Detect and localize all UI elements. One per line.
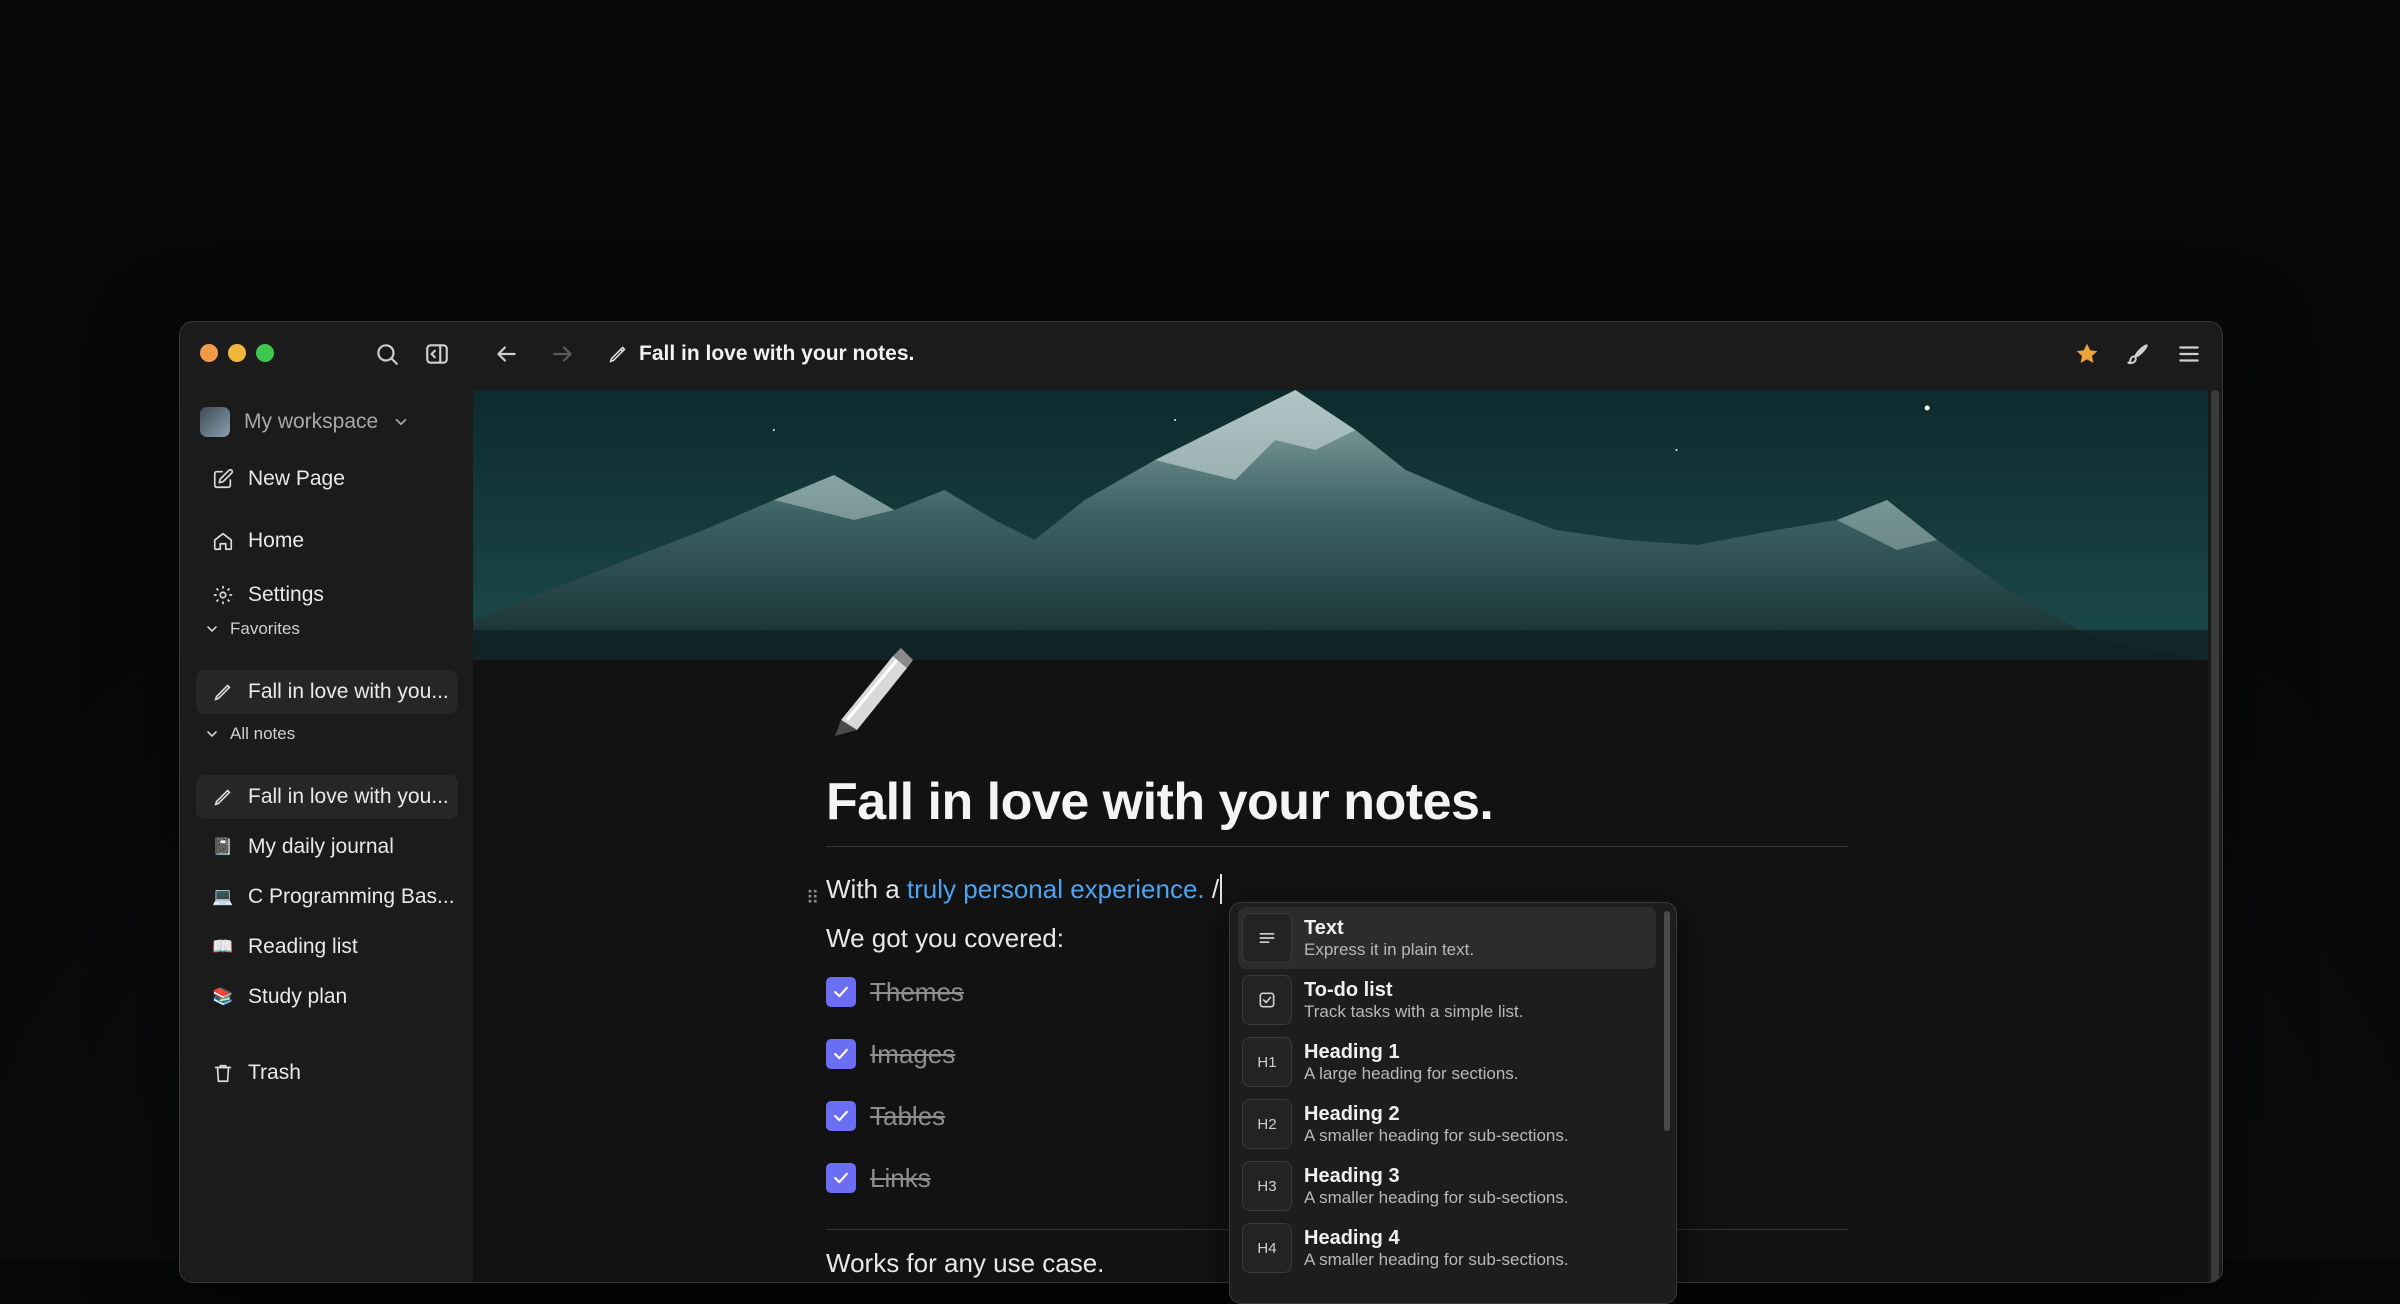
brush-icon[interactable]: [2124, 340, 2152, 368]
all-notes-section-toggle[interactable]: All notes: [204, 721, 295, 747]
todo-item[interactable]: Themes: [826, 972, 964, 1012]
heading-4-icon: H4: [1242, 1223, 1292, 1273]
sidebar-toggle-icon[interactable]: [423, 340, 451, 368]
checkbox-checked[interactable]: [826, 977, 856, 1007]
heading-1-icon: H1: [1242, 1037, 1292, 1087]
menu-item-heading-2[interactable]: H2 Heading 2A smaller heading for sub-se…: [1238, 1093, 1656, 1155]
editor-scrollbar[interactable]: [2208, 390, 2222, 1282]
workspace-logo: [200, 407, 230, 437]
minimize-window-button[interactable]: [228, 344, 246, 362]
edit-icon: [213, 468, 234, 489]
books-icon: 📚: [212, 987, 234, 1006]
note-item[interactable]: 💻 C Programming Bas...: [196, 875, 458, 919]
favorite-star-icon[interactable]: [2073, 340, 2101, 368]
title-bar: Fall in love with your notes.: [180, 322, 2222, 390]
workspace-name: My workspace: [244, 410, 379, 433]
paragraph-line-3[interactable]: Works for any use case.: [826, 1248, 1104, 1279]
note-item[interactable]: 📓 My daily journal: [196, 825, 458, 869]
text-lines-icon: [1242, 913, 1292, 963]
note-item[interactable]: 📚 Study plan: [196, 975, 458, 1019]
drag-handle-icon[interactable]: ⠿: [806, 888, 819, 909]
page-breadcrumb[interactable]: Fall in love with your notes.: [607, 338, 914, 370]
menu-icon[interactable]: [2175, 340, 2203, 368]
menu-item-heading-1[interactable]: H1 Heading 1A large heading for sections…: [1238, 1031, 1656, 1093]
checkbox-icon: [1242, 975, 1292, 1025]
checkbox-checked[interactable]: [826, 1101, 856, 1131]
favorite-item[interactable]: Fall in love with you...: [196, 670, 458, 714]
menu-scrollbar[interactable]: [1664, 911, 1670, 1131]
pen-icon: [214, 789, 231, 806]
heading-2-icon: H2: [1242, 1099, 1292, 1149]
notebook-icon: 📓: [212, 837, 234, 856]
search-icon[interactable]: [373, 340, 401, 368]
page-pen-icon[interactable]: [823, 638, 923, 738]
pen-icon: [609, 346, 626, 363]
todo-item[interactable]: Links: [826, 1158, 931, 1198]
heading-3-icon: H3: [1242, 1161, 1292, 1211]
paragraph-line-1[interactable]: With a truly personal experience. /: [826, 874, 1223, 905]
menu-item-todo-list[interactable]: To-do list Track tasks with a simple list…: [1238, 969, 1656, 1031]
sidebar: My workspace New Page Home Settings Favo…: [180, 390, 472, 1282]
menu-item-heading-3[interactable]: H3 Heading 3A smaller heading for sub-se…: [1238, 1155, 1656, 1217]
todo-item[interactable]: Tables: [826, 1096, 945, 1136]
maximize-window-button[interactable]: [256, 344, 274, 362]
sidebar-item-home[interactable]: Home: [196, 519, 458, 563]
back-arrow-icon[interactable]: [492, 340, 520, 368]
page-title[interactable]: Fall in love with your notes.: [826, 772, 1494, 832]
chevron-down-icon: [207, 626, 217, 633]
note-item[interactable]: Fall in love with you...: [196, 775, 458, 819]
todo-item[interactable]: Images: [826, 1034, 955, 1074]
app-window: Fall in love with your notes. My workspa…: [179, 321, 2223, 1283]
inline-link[interactable]: truly personal experience.: [907, 874, 1205, 904]
page-breadcrumb-title: Fall in love with your notes.: [639, 342, 915, 365]
checkbox-checked[interactable]: [826, 1163, 856, 1193]
note-item[interactable]: 📖 Reading list: [196, 925, 458, 969]
close-window-button[interactable]: [200, 344, 218, 362]
gear-icon: [213, 585, 233, 605]
home-icon: [213, 532, 233, 551]
sidebar-item-settings[interactable]: Settings: [196, 573, 458, 617]
title-divider: [826, 846, 1848, 847]
workspace-switcher[interactable]: My workspace: [200, 404, 410, 440]
cover-image[interactable]: [473, 390, 2208, 660]
open-book-icon: 📖: [212, 937, 234, 956]
chevron-down-icon: [395, 418, 407, 426]
paragraph-line-2[interactable]: We got you covered:: [826, 923, 1064, 954]
text-cursor: [1220, 874, 1223, 904]
menu-item-heading-4[interactable]: H4 Heading 4A smaller heading for sub-se…: [1238, 1217, 1656, 1279]
favorites-section-toggle[interactable]: Favorites: [204, 616, 300, 642]
chevron-down-icon: [207, 731, 217, 738]
laptop-icon: 💻: [212, 887, 234, 906]
checkbox-checked[interactable]: [826, 1039, 856, 1069]
menu-item-text[interactable]: Text Express it in plain text.: [1238, 907, 1656, 969]
new-page-button[interactable]: New Page: [196, 457, 458, 501]
sidebar-item-trash[interactable]: Trash: [196, 1051, 458, 1095]
pen-icon: [214, 684, 231, 701]
trash-icon: [214, 1064, 232, 1083]
scrollbar-thumb[interactable]: [2211, 390, 2219, 1282]
slash-command-menu: Text Express it in plain text. To-do list…: [1229, 902, 1677, 1304]
forward-arrow-icon[interactable]: [549, 340, 577, 368]
